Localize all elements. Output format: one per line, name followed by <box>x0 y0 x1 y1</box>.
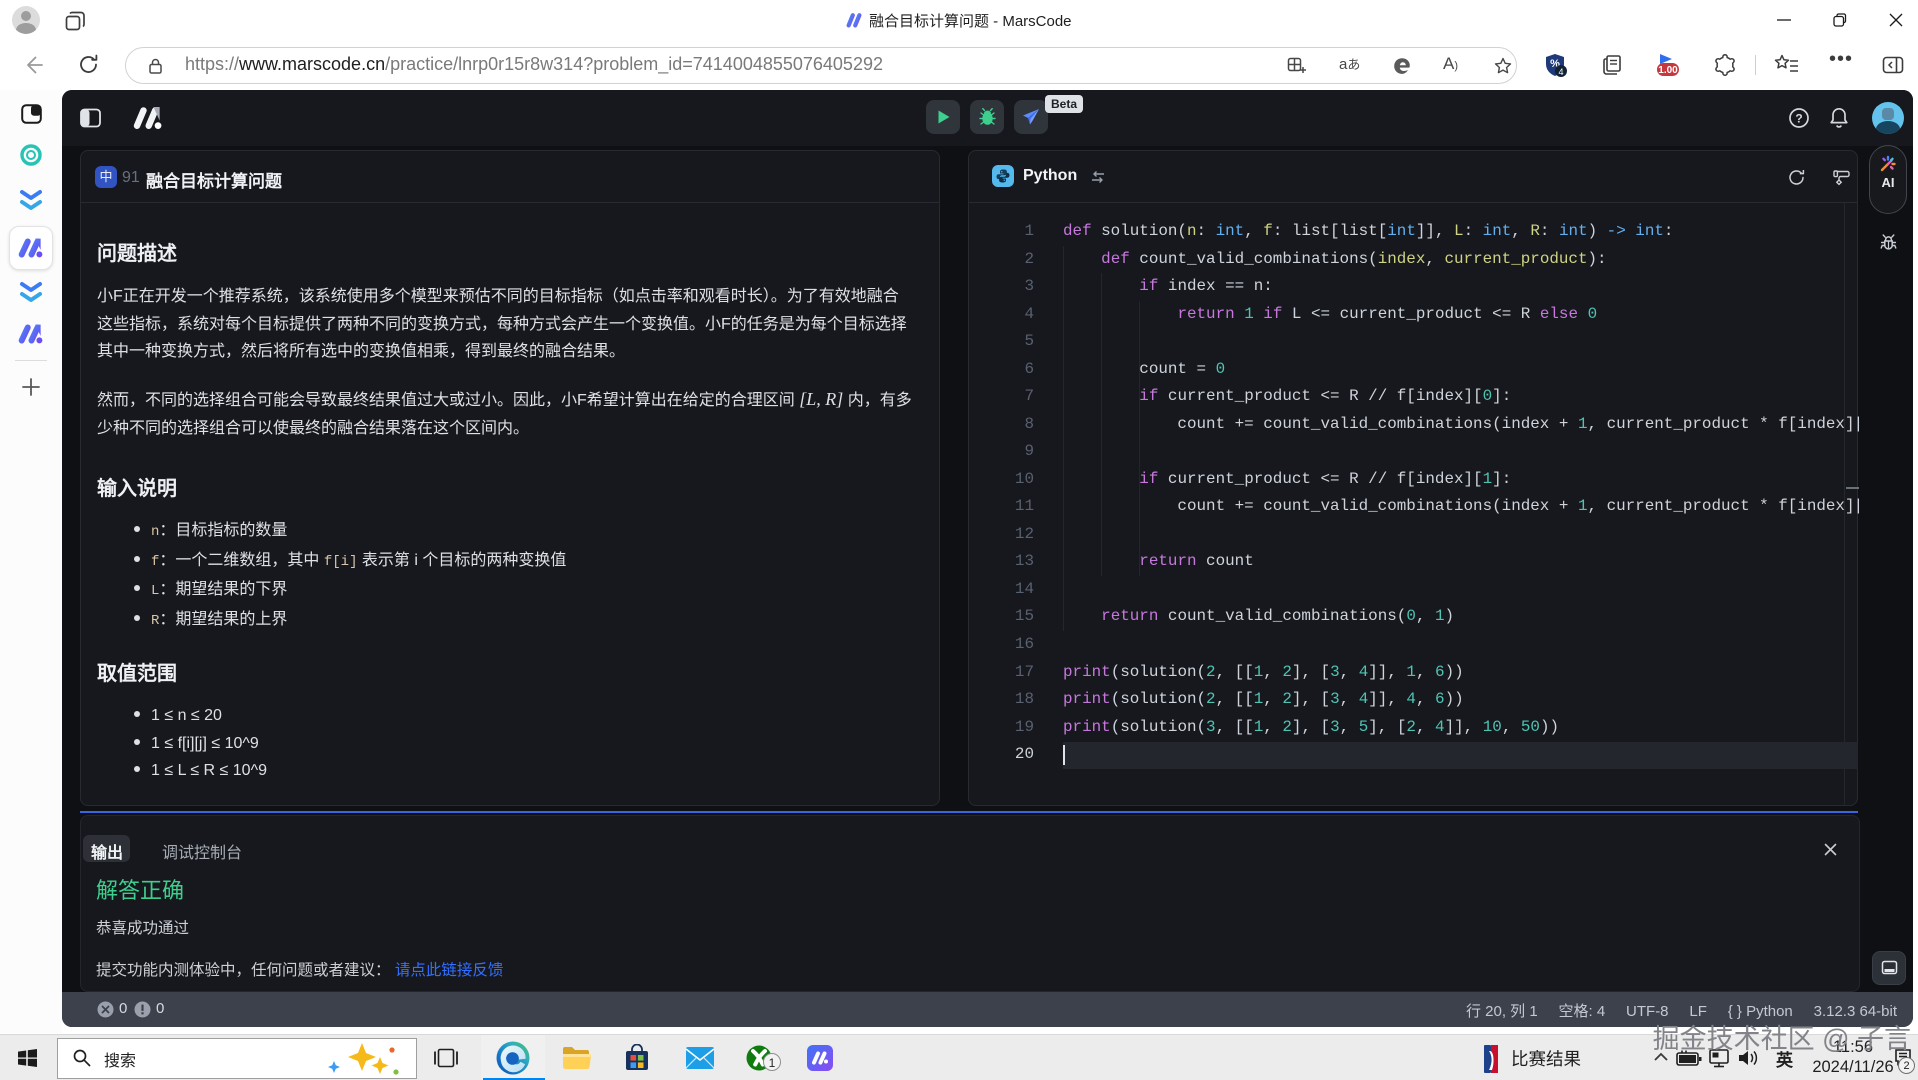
svg-text:4: 4 <box>1558 67 1563 77</box>
svg-text:1.00: 1.00 <box>1658 65 1678 76</box>
svg-text:?: ? <box>1795 112 1802 126</box>
